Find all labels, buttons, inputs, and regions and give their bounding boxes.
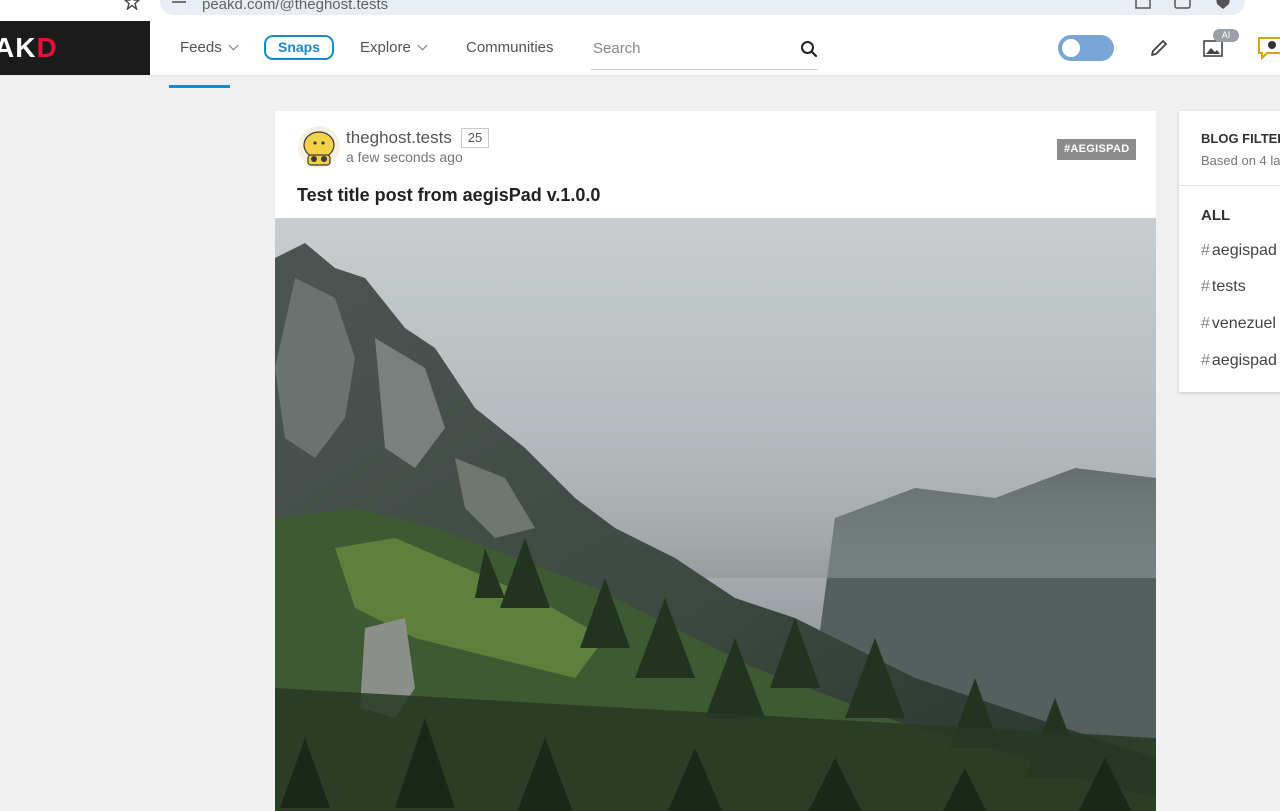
filter-all[interactable]: ALL xyxy=(1201,207,1230,224)
divider xyxy=(1179,185,1280,186)
hash-icon: # xyxy=(1201,278,1210,295)
install-app-icon[interactable] xyxy=(1135,0,1153,10)
url-text: peakd.com/@theghost.tests xyxy=(202,0,389,13)
avatar[interactable] xyxy=(297,125,341,169)
moon-icon xyxy=(1094,41,1101,55)
notifications-icon[interactable] xyxy=(1257,35,1280,61)
bookmark-icon[interactable] xyxy=(124,0,140,10)
blog-filter-panel: BLOG FILTER Based on 4 la ALL # aegispad … xyxy=(1179,111,1280,392)
logo[interactable]: AKD xyxy=(0,21,150,75)
filter-tag[interactable]: # aegispad xyxy=(1201,242,1277,260)
search-icon[interactable] xyxy=(800,40,818,58)
nav-explore[interactable]: Explore xyxy=(360,39,428,56)
snaps-button[interactable]: Snaps xyxy=(264,35,334,60)
post-card: theghost.tests 25 a few seconds ago #AEG… xyxy=(275,111,1156,811)
logo-accent: D xyxy=(36,32,58,63)
filter-tag[interactable]: # tests xyxy=(1201,278,1246,296)
chevron-down-icon xyxy=(417,40,428,51)
blog-filter-subtitle: Based on 4 la xyxy=(1201,153,1280,168)
nav-communities[interactable]: Communities xyxy=(466,39,554,56)
post-time[interactable]: a few seconds ago xyxy=(346,149,463,165)
nav-explore-label: Explore xyxy=(360,39,411,56)
filter-tag[interactable]: # aegispad xyxy=(1201,352,1277,370)
nav-feeds[interactable]: Feeds xyxy=(180,39,239,56)
blog-filter-title: BLOG FILTER xyxy=(1201,131,1280,146)
dark-mode-toggle[interactable] xyxy=(1058,35,1114,61)
filter-tag-label: venezuel xyxy=(1211,315,1276,332)
pencil-icon[interactable] xyxy=(1149,38,1169,58)
reputation-badge: 25 xyxy=(461,128,489,148)
browser-chrome: peakd.com/@theghost.tests xyxy=(0,0,1280,21)
filter-tag-label: aegispad xyxy=(1211,242,1277,259)
hash-icon: # xyxy=(1201,242,1210,259)
address-bar[interactable]: peakd.com/@theghost.tests xyxy=(160,0,1245,15)
site-settings-icon[interactable] xyxy=(172,0,186,4)
cast-icon[interactable] xyxy=(1174,0,1192,10)
search-input[interactable] xyxy=(591,39,785,58)
hash-icon: # xyxy=(1201,352,1210,369)
chevron-down-icon xyxy=(228,40,239,51)
filter-tag[interactable]: # venezuel xyxy=(1201,315,1276,333)
filter-tag-label: aegispad xyxy=(1211,352,1277,369)
feeds-active-indicator xyxy=(169,85,230,88)
image-gallery-icon[interactable] xyxy=(1203,40,1223,57)
search-box xyxy=(591,31,818,70)
site-header: AKD Feeds Snaps Explore Communities AI xyxy=(0,21,1280,76)
nav-feeds-label: Feeds xyxy=(180,39,222,56)
ai-badge: AI xyxy=(1213,29,1239,42)
post-author[interactable]: theghost.tests xyxy=(346,128,452,148)
filter-tag-label: tests xyxy=(1211,278,1246,295)
toggle-knob xyxy=(1062,39,1080,57)
post-image[interactable] xyxy=(275,218,1156,811)
shield-extension-icon[interactable] xyxy=(1214,0,1232,10)
logo-text: AK xyxy=(0,32,37,63)
hash-icon: # xyxy=(1201,315,1210,332)
post-title[interactable]: Test title post from aegisPad v.1.0.0 xyxy=(297,185,600,206)
post-tag-badge[interactable]: #AEGISPAD xyxy=(1057,139,1137,160)
